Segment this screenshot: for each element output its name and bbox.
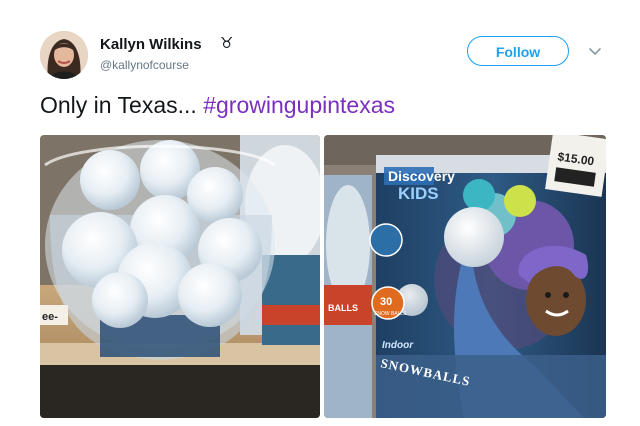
follow-button[interactable]: Follow — [467, 36, 569, 66]
hashtag-link[interactable]: #growingupintexas — [203, 92, 395, 118]
price-tag-fragment: ee- — [42, 311, 58, 323]
side-tub-label: BALLS — [328, 303, 358, 313]
tweet-header: Kallyn Wilkins ♉ @kallynofcourse Follow — [0, 0, 640, 88]
author-name[interactable]: Kallyn Wilkins — [100, 36, 202, 53]
chevron-down-icon[interactable] — [586, 42, 604, 60]
tweet-text: Only in Texas... #growingupintexas — [40, 92, 395, 119]
author-handle[interactable]: @kallynofcourse — [100, 58, 189, 72]
photo-snowball-tub[interactable]: ee- — [40, 135, 320, 418]
avatar[interactable] — [40, 31, 88, 79]
tweet-text-plain: Only in Texas... — [40, 92, 204, 118]
indoor-label: Indoor — [382, 340, 414, 351]
count-text: SNOW BALLS — [374, 311, 407, 317]
count-number: 30 — [380, 296, 392, 308]
brand-discovery: Discovery — [388, 168, 455, 184]
zodiac-emoji-icon: ♉ — [220, 34, 234, 52]
brand-kids: KIDS — [398, 184, 439, 203]
photo-discovery-kids-tub[interactable]: BALLS $15.00 Discovery KIDS 30 SNOW BALL… — [324, 135, 606, 418]
